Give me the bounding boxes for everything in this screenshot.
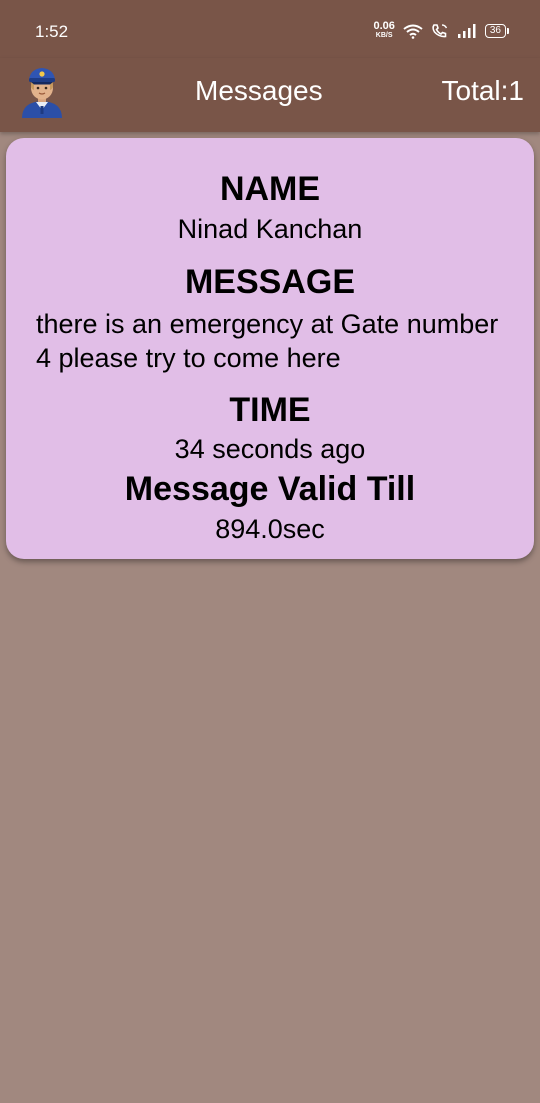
network-speed: 0.06 KB/S [373,20,395,40]
total-count: Total:1 [441,75,525,106]
sender-name: Ninad Kanchan [177,214,363,244]
network-speed-unit: KB/S [375,32,393,39]
valid-till-value: 894.0sec [215,514,325,544]
message-text: there is an emergency at Gate number 4 p… [36,309,499,373]
wifi-calling-icon [432,24,448,38]
police-officer-icon[interactable] [19,66,65,118]
message-card[interactable]: NAME Ninad Kanchan MESSAGE there is an e… [6,138,534,559]
status-time: 1:52 [35,22,69,41]
app-bar: Messages Total:1 [0,58,540,132]
time-heading: TIME [229,391,311,429]
status-icons: 0.06 KB/S 36 [373,20,510,40]
network-speed-value: 0.06 [373,20,395,32]
wifi-icon [403,24,423,39]
status-bar: 1:52 0.06 KB/S 36 [0,0,540,58]
message-heading: MESSAGE [184,263,356,301]
battery-icon: 36 [484,24,510,38]
page-title: Messages [195,75,323,106]
signal-icon [457,24,476,38]
time-value: 34 seconds ago [174,434,366,464]
name-heading: NAME [219,170,321,208]
valid-till-heading: Message Valid Till [124,470,416,508]
